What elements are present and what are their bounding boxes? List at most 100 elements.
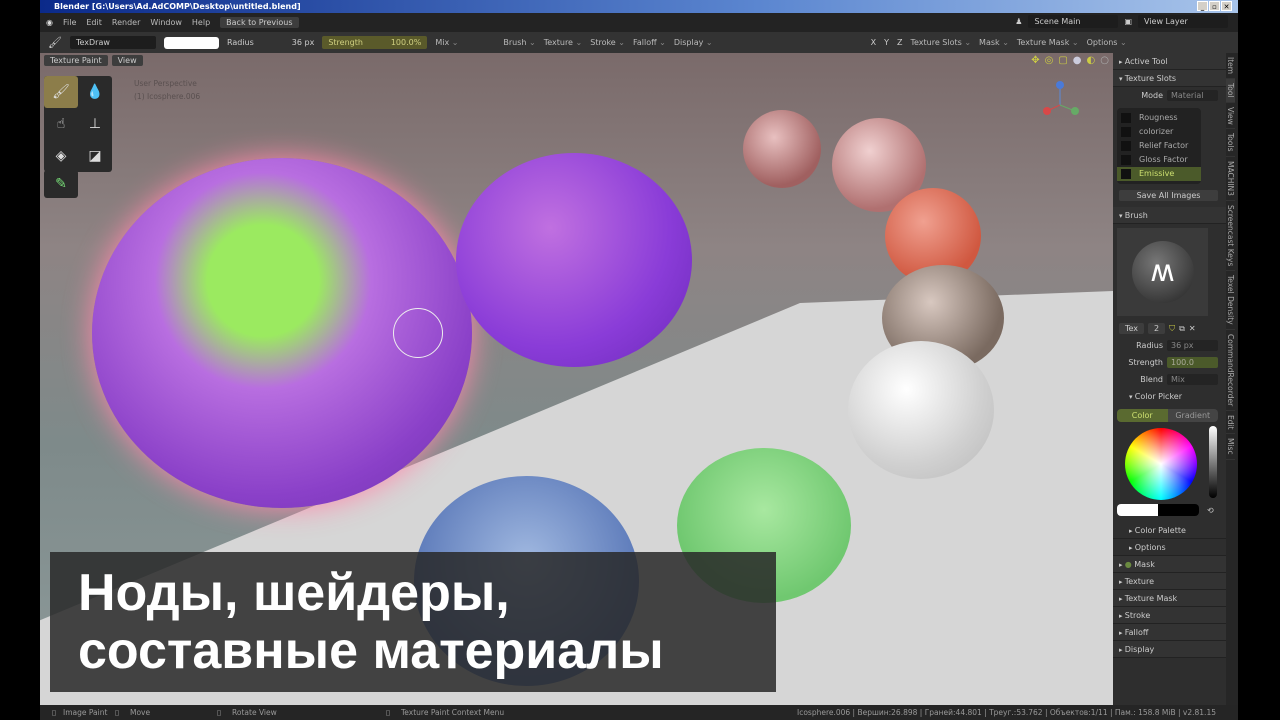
slot-item[interactable]: colorizer — [1117, 125, 1201, 139]
solid-shading-icon[interactable]: ● — [1073, 55, 1082, 66]
overlay-toggle-icon[interactable]: ◎ — [1045, 55, 1054, 66]
maximize-button[interactable]: ▫ — [1209, 1, 1220, 11]
menu-window[interactable]: Window — [150, 18, 182, 27]
axis-z-toggle[interactable]: Z — [897, 38, 902, 47]
unlink-icon[interactable]: ✕ — [1189, 324, 1196, 333]
material-shading-icon[interactable]: ◐ — [1087, 55, 1096, 66]
texture-menu[interactable]: Texture — [544, 38, 583, 47]
mode-dropdown[interactable]: Texture Paint — [44, 55, 108, 66]
tex-users-count[interactable]: 2 — [1148, 323, 1166, 334]
value-slider[interactable] — [1209, 426, 1217, 498]
brush-icon[interactable]: 🖌 — [48, 36, 62, 49]
tab-tools[interactable]: Tools — [1226, 129, 1235, 157]
panel-color-palette[interactable]: Color Palette — [1113, 522, 1226, 539]
panel-active-tool[interactable]: Active Tool — [1113, 53, 1226, 70]
tab-view[interactable]: View — [1226, 103, 1235, 130]
panel-brush[interactable]: Brush — [1113, 207, 1226, 224]
smear-tool-icon[interactable]: ☝ — [44, 108, 78, 140]
axis-x-toggle[interactable]: X — [871, 38, 876, 47]
tab-edit[interactable]: Edit — [1226, 411, 1235, 435]
texture-slots-menu[interactable]: Texture Slots — [910, 38, 971, 47]
options-menu[interactable]: Options — [1087, 38, 1127, 47]
status-move: Move — [130, 708, 151, 717]
display-menu[interactable]: Display — [674, 38, 713, 47]
annotate-tool-icon[interactable]: ✎ — [44, 170, 78, 198]
panel-texture[interactable]: Texture — [1113, 573, 1226, 590]
color-wheel[interactable] — [1125, 428, 1197, 500]
mask-tool-icon[interactable]: ◪ — [78, 140, 112, 172]
mask-label: Mask — [1134, 560, 1155, 569]
tab-screencast-keys[interactable]: Screencast Keys — [1226, 201, 1235, 272]
stroke-menu[interactable]: Stroke — [590, 38, 625, 47]
xray-icon[interactable]: ▢ — [1058, 55, 1067, 66]
menu-file[interactable]: File — [63, 18, 76, 27]
tab-misc[interactable]: Misc — [1226, 434, 1235, 461]
brush-menu[interactable]: Brush — [503, 38, 535, 47]
soften-tool-icon[interactable]: 💧 — [78, 76, 112, 108]
tex-button[interactable]: Tex — [1119, 323, 1145, 334]
blender-logo-icon[interactable]: ◉ — [46, 18, 53, 27]
view-layer-field[interactable]: View Layer — [1138, 15, 1228, 28]
tab-item[interactable]: Item — [1226, 53, 1235, 80]
slot-item[interactable]: Emissive — [1117, 167, 1201, 181]
scene-field[interactable]: Scene Main — [1028, 15, 1119, 28]
gradient-tab[interactable]: Gradient — [1167, 409, 1218, 422]
menu-edit[interactable]: Edit — [86, 18, 102, 27]
tool-header: 🖌 TexDraw Radius 36 px Strength 100.0% Mi… — [40, 32, 1238, 53]
mode-dropdown[interactable]: Material — [1167, 90, 1218, 101]
mask-menu[interactable]: Mask — [979, 38, 1009, 47]
panel-falloff[interactable]: Falloff — [1113, 624, 1226, 641]
panel-stroke[interactable]: Stroke — [1113, 607, 1226, 624]
slot-item[interactable]: Rougness — [1117, 111, 1201, 125]
menu-help[interactable]: Help — [192, 18, 210, 27]
view-layer-icon[interactable]: ▣ — [1124, 17, 1132, 26]
view-menu[interactable]: View — [111, 55, 143, 66]
tab-machin3[interactable]: MACHIN3 — [1226, 157, 1235, 201]
radius-label: Radius — [226, 38, 254, 47]
draw-tool-icon[interactable]: 🖌 — [44, 76, 78, 108]
3d-viewport[interactable]: Texture Paint View ✥ ◎ ▢ ● ◐ ○ 🖌 💧 ☝ ⊥ ◈ ◪ ✎ … — [40, 53, 1113, 705]
fill-tool-icon[interactable]: ◈ — [44, 140, 78, 172]
strength-label: Strength — [1128, 358, 1163, 367]
scene-icon[interactable]: ♟ — [1015, 17, 1022, 26]
navigation-gizmo[interactable] — [1035, 77, 1085, 127]
tab-command-recorder[interactable]: CommandRecorder — [1226, 330, 1235, 411]
gizmo-toggle-icon[interactable]: ✥ — [1031, 55, 1039, 66]
radius-field[interactable]: 36 px — [1167, 340, 1218, 351]
radius-value[interactable]: 36 px — [292, 38, 315, 47]
slot-item[interactable]: Gloss Factor — [1117, 153, 1201, 167]
slot-item[interactable]: Relief Factor — [1117, 139, 1201, 153]
brush-cursor — [393, 308, 443, 358]
axis-y-toggle[interactable]: Y — [884, 38, 889, 47]
panel-options[interactable]: Options — [1113, 539, 1226, 556]
swap-colors-icon[interactable]: ⟲ — [1207, 506, 1214, 515]
panel-mask[interactable]: ● Mask — [1113, 556, 1226, 573]
color-swatch[interactable] — [163, 36, 219, 49]
menu-render[interactable]: Render — [112, 18, 140, 27]
back-to-previous-button[interactable]: Back to Previous — [220, 17, 299, 28]
panel-texture-slots[interactable]: Texture Slots — [1113, 70, 1226, 87]
color-swatch[interactable] — [1117, 504, 1199, 516]
close-button[interactable]: ✕ — [1221, 1, 1232, 11]
minimize-button[interactable]: _ — [1197, 1, 1208, 11]
fake-user-icon[interactable]: ⛉ — [1169, 324, 1175, 334]
rendered-shading-icon[interactable]: ○ — [1100, 55, 1109, 66]
save-all-images-button[interactable]: Save All Images — [1119, 190, 1218, 201]
color-tab[interactable]: Color — [1117, 409, 1168, 422]
color-picker-panel[interactable]: Color Picker — [1113, 388, 1226, 405]
duplicate-icon[interactable]: ⧉ — [1179, 324, 1185, 334]
clone-tool-icon[interactable]: ⊥ — [78, 108, 112, 140]
texture-mask-menu[interactable]: Texture Mask — [1017, 38, 1079, 47]
panel-display[interactable]: Display — [1113, 641, 1226, 658]
panel-texture-mask[interactable]: Texture Mask — [1113, 590, 1226, 607]
falloff-menu[interactable]: Falloff — [633, 38, 666, 47]
brush-preview[interactable]: ʍ — [1117, 228, 1208, 316]
blend-dropdown[interactable]: Mix — [435, 38, 495, 47]
blend-dropdown[interactable]: Mix — [1167, 374, 1218, 385]
strength-field[interactable]: Strength 100.0% — [322, 36, 428, 49]
tab-tool[interactable]: Tool — [1226, 79, 1235, 103]
mask-toggle-icon[interactable]: ● — [1125, 560, 1132, 569]
brush-name-field[interactable]: TexDraw — [69, 36, 156, 49]
strength-field[interactable]: 100.0 — [1167, 357, 1218, 368]
tab-texel-density[interactable]: Texel Density — [1226, 271, 1235, 330]
